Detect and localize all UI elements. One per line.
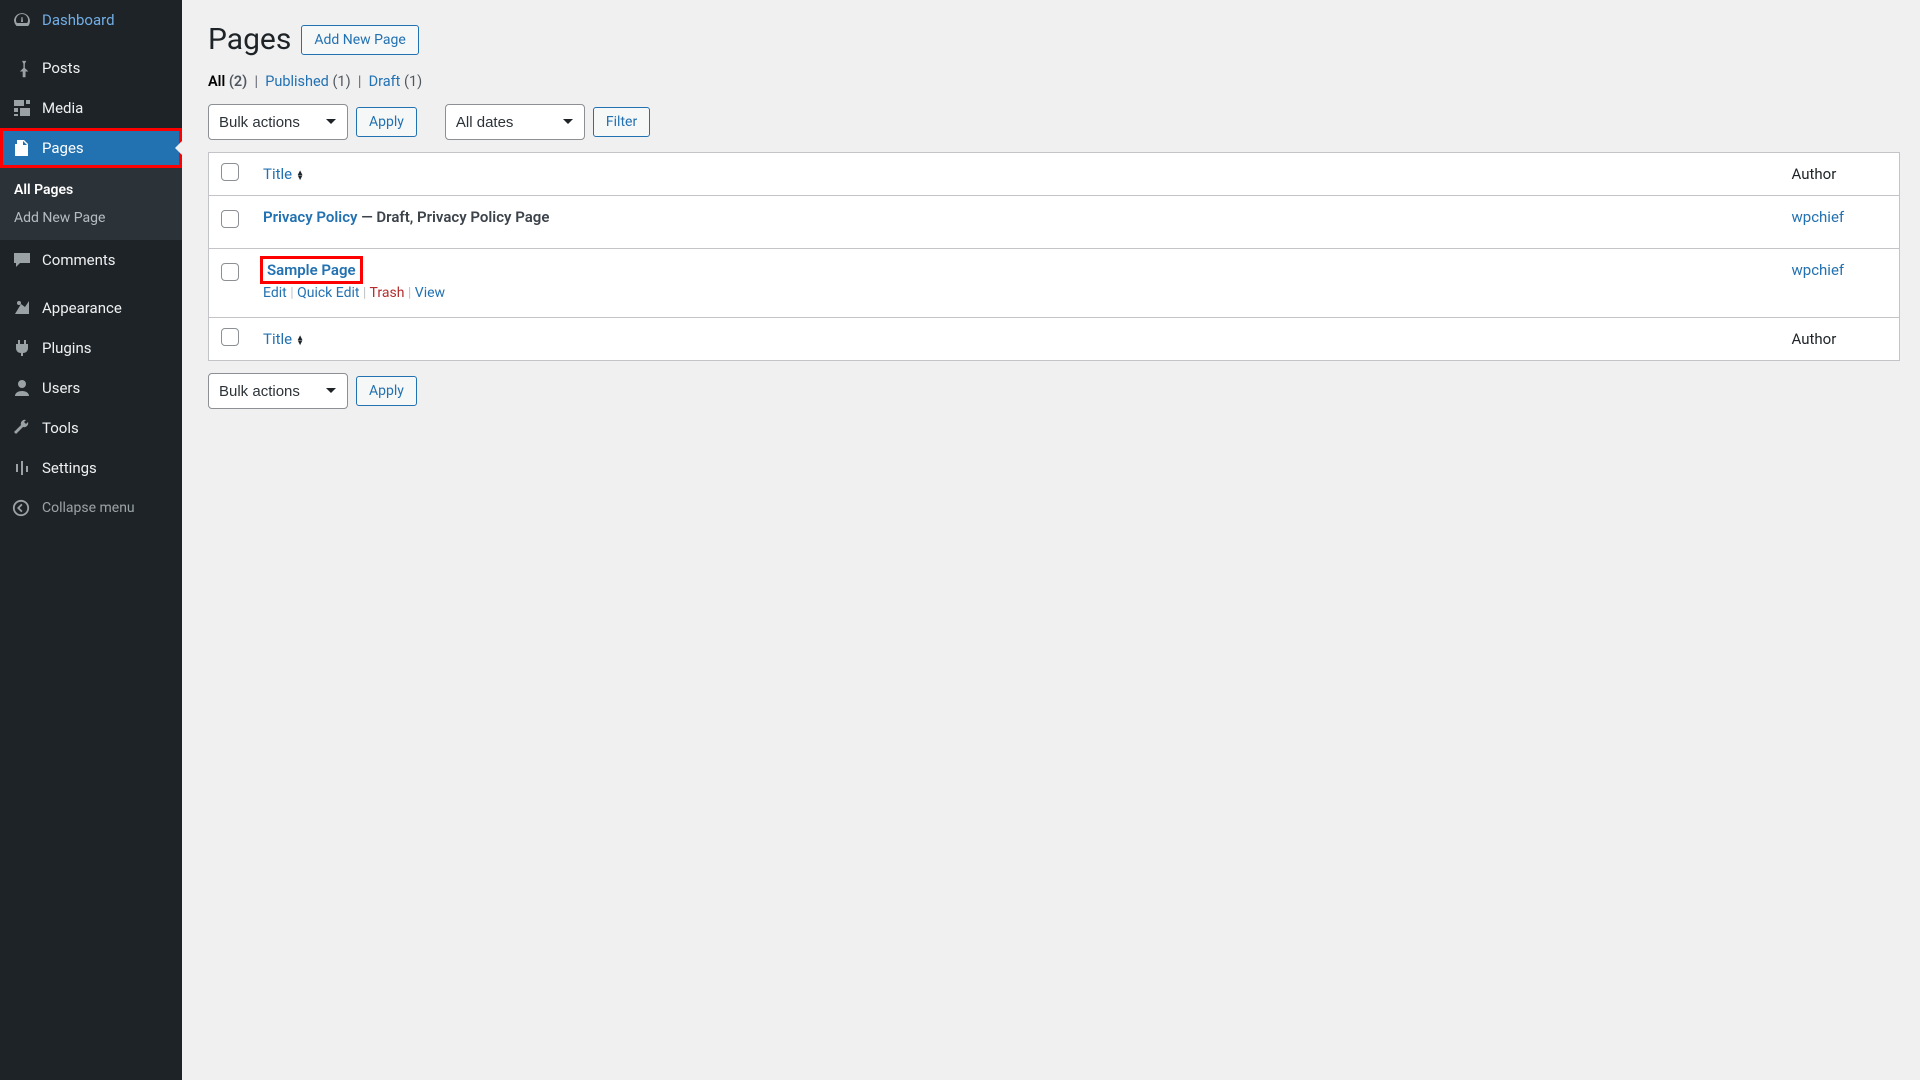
collapse-label: Collapse menu [42,500,135,516]
sidebar-item-dashboard[interactable]: Dashboard [0,0,182,40]
date-filter-select-wrap: All dates [445,104,585,140]
collapse-icon [12,498,36,518]
col-author-header[interactable]: Author [1780,153,1900,196]
dashboard-icon [12,10,36,30]
filter-all[interactable]: All (2) [208,73,247,90]
tablenav-top: Bulk actions Apply All dates Filter [208,104,1900,140]
row-author-link[interactable]: wpchief [1792,208,1845,226]
sort-icon: ▲▼ [296,335,304,345]
row-title-link[interactable]: Sample Page [263,259,360,281]
col-title-header[interactable]: Title▲▼ [251,153,1780,196]
row-checkbox[interactable] [221,263,239,281]
admin-sidebar: Dashboard Posts Media Pages All Pages Ad… [0,0,182,1080]
bulk-actions-select-bottom[interactable]: Bulk actions [208,373,348,409]
sidebar-item-label: Dashboard [42,11,115,29]
sidebar-item-pages[interactable]: Pages [0,128,182,168]
filter-button[interactable]: Filter [593,107,650,137]
sidebar-item-posts[interactable]: Posts [0,40,182,88]
tools-icon [12,418,36,438]
sidebar-item-label: Settings [42,459,97,477]
media-icon [12,98,36,118]
apply-button-bottom[interactable]: Apply [356,376,417,406]
apply-button-top[interactable]: Apply [356,107,417,137]
date-filter-select[interactable]: All dates [445,104,585,140]
sidebar-submenu: All Pages Add New Page [0,168,182,240]
pages-icon [12,138,36,158]
sidebar-item-label: Pages [42,139,84,157]
col-title-footer[interactable]: Title▲▼ [251,318,1780,361]
select-all-top[interactable] [221,163,239,181]
table-row: Sample Page Edit | Quick Edit | Trash | … [209,249,1900,318]
table-row: Privacy Policy — Draft, Privacy Policy P… [209,196,1900,249]
sidebar-item-appearance[interactable]: Appearance [0,280,182,328]
main-content: Pages Add New Page All (2) | Published (… [182,0,1920,409]
sidebar-item-label: Users [42,379,80,397]
plugins-icon [12,338,36,358]
sidebar-item-label: Media [42,99,83,117]
sidebar-item-label: Plugins [42,339,91,357]
collapse-menu[interactable]: Collapse menu [0,488,182,528]
sidebar-item-tools[interactable]: Tools [0,408,182,448]
comments-icon [12,250,36,270]
bulk-actions-select-wrap-bottom: Bulk actions [208,373,348,409]
sidebar-item-label: Appearance [42,299,122,317]
row-author-link[interactable]: wpchief [1792,261,1845,279]
bulk-actions-select[interactable]: Bulk actions [208,104,348,140]
settings-icon [12,458,36,478]
bulk-actions-select-wrap: Bulk actions [208,104,348,140]
appearance-icon [12,298,36,318]
select-all-bottom[interactable] [221,328,239,346]
row-state: — Draft, Privacy Policy Page [357,208,549,226]
sidebar-item-comments[interactable]: Comments [0,240,182,280]
row-action-trash[interactable]: Trash [370,285,405,301]
sidebar-item-media[interactable]: Media [0,88,182,128]
status-filters: All (2) | Published (1) | Draft (1) [208,73,1900,90]
row-title-link[interactable]: Privacy Policy [263,208,357,226]
submenu-all-pages[interactable]: All Pages [0,176,182,204]
submenu-add-new[interactable]: Add New Page [0,204,182,232]
row-action-quick-edit[interactable]: Quick Edit [297,285,359,301]
add-new-page-button[interactable]: Add New Page [301,25,418,55]
sort-icon: ▲▼ [296,170,304,180]
row-checkbox[interactable] [221,210,239,228]
sidebar-item-label: Posts [42,59,80,77]
filter-draft[interactable]: Draft (1) [369,73,423,90]
row-action-view[interactable]: View [415,285,445,301]
tablenav-bottom: Bulk actions Apply [208,373,1900,409]
row-actions: Edit | Quick Edit | Trash | View [263,285,1768,301]
filter-published[interactable]: Published (1) [265,73,350,90]
page-title: Pages [208,22,291,57]
sidebar-item-label: Tools [42,419,79,437]
pages-table: Title▲▼ Author Privacy Policy — Draft, P… [208,152,1900,361]
pin-icon [12,58,36,78]
users-icon [12,378,36,398]
sidebar-item-plugins[interactable]: Plugins [0,328,182,368]
page-header: Pages Add New Page [208,22,1900,57]
row-action-edit[interactable]: Edit [263,285,287,301]
sidebar-item-users[interactable]: Users [0,368,182,408]
sidebar-item-label: Comments [42,251,116,269]
sidebar-item-settings[interactable]: Settings [0,448,182,488]
col-author-footer[interactable]: Author [1780,318,1900,361]
